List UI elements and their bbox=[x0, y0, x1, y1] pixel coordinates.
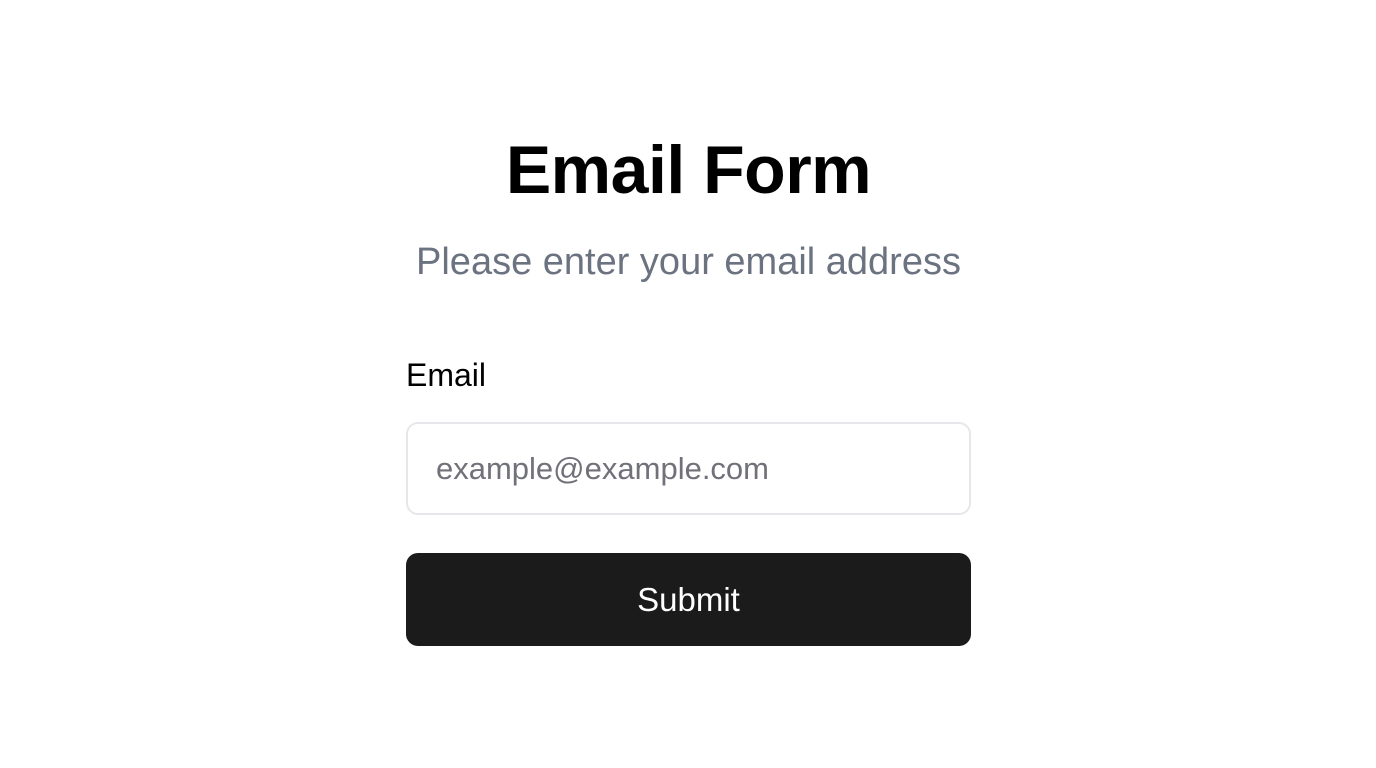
email-input[interactable] bbox=[406, 422, 971, 515]
email-label: Email bbox=[406, 357, 487, 393]
form-subtitle: Please enter your email address bbox=[416, 241, 961, 283]
form-title: Email Form bbox=[505, 132, 872, 208]
page: Email Form Please enter your email addre… bbox=[0, 0, 1376, 768]
email-form: Email Form Please enter your email addre… bbox=[406, 130, 971, 646]
submit-button[interactable]: Submit bbox=[406, 553, 971, 646]
